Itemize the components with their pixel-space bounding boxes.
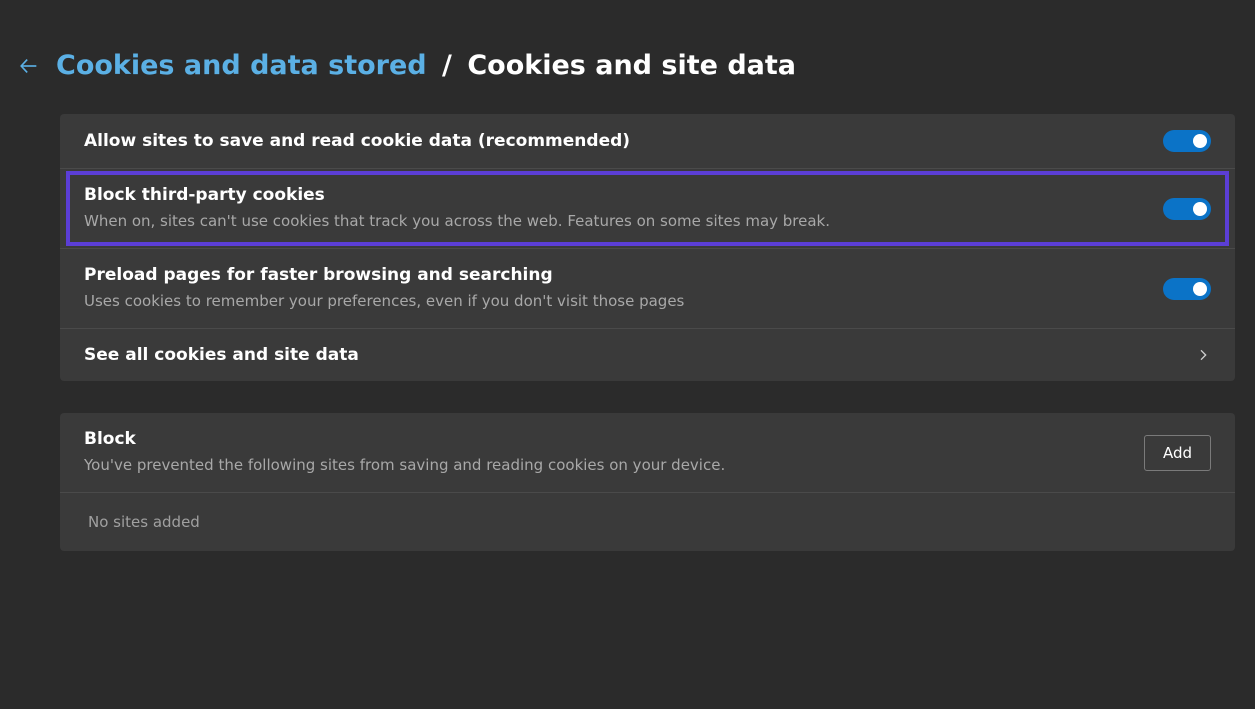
- add-button[interactable]: Add: [1144, 435, 1211, 471]
- setting-preload-pages: Preload pages for faster browsing and se…: [60, 249, 1235, 329]
- setting-allow-title: Allow sites to save and read cookie data…: [84, 131, 1143, 151]
- setting-allow-cookies: Allow sites to save and read cookie data…: [60, 114, 1235, 169]
- breadcrumb-separator: /: [442, 50, 452, 81]
- setting-block3p-desc: When on, sites can't use cookies that tr…: [84, 211, 1143, 232]
- chevron-right-icon: [1195, 347, 1211, 363]
- back-arrow-icon[interactable]: [18, 55, 40, 77]
- blocklist-empty: No sites added: [60, 493, 1235, 551]
- breadcrumb-parent[interactable]: Cookies and data stored: [56, 50, 427, 81]
- breadcrumb-current: Cookies and site data: [467, 50, 796, 81]
- blocklist-header-row: Block You've prevented the following sit…: [60, 413, 1235, 493]
- setting-see-all-cookies[interactable]: See all cookies and site data: [60, 329, 1235, 381]
- toggle-allow-cookies[interactable]: [1163, 130, 1211, 152]
- setting-block-third-party: Block third-party cookies When on, sites…: [60, 169, 1235, 249]
- breadcrumb: Cookies and data stored / Cookies and si…: [56, 50, 796, 82]
- setting-block3p-title: Block third-party cookies: [84, 185, 1143, 205]
- toggle-preload-pages[interactable]: [1163, 278, 1211, 300]
- settings-panel: Allow sites to save and read cookie data…: [60, 114, 1235, 381]
- blocklist-title: Block: [84, 429, 1124, 449]
- setting-preload-desc: Uses cookies to remember your preference…: [84, 291, 1143, 312]
- blocklist-panel: Block You've prevented the following sit…: [60, 413, 1235, 551]
- toggle-block-third-party[interactable]: [1163, 198, 1211, 220]
- setting-preload-title: Preload pages for faster browsing and se…: [84, 265, 1143, 285]
- blocklist-desc: You've prevented the following sites fro…: [84, 455, 1124, 476]
- setting-seeall-title: See all cookies and site data: [84, 345, 1175, 365]
